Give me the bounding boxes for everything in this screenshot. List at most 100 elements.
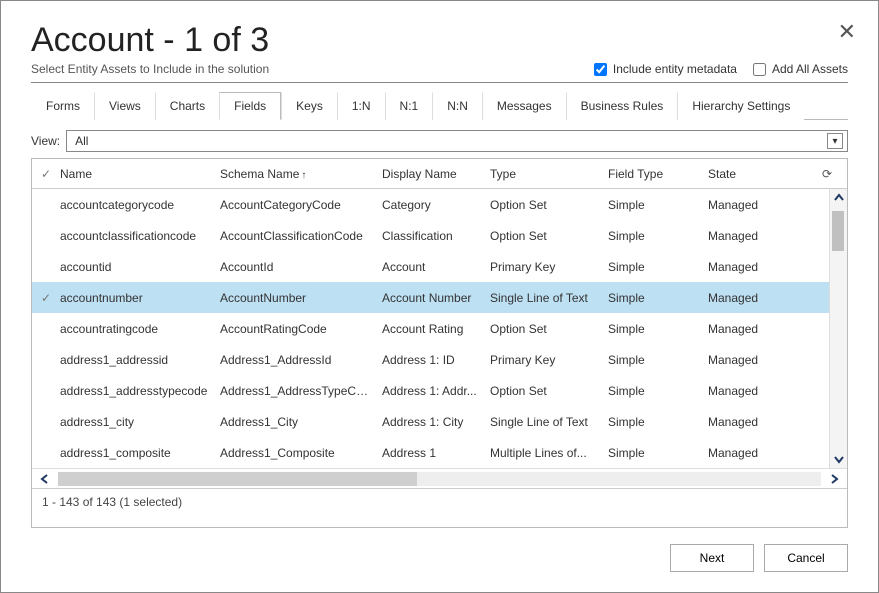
view-label: View:: [31, 134, 60, 148]
page-title: Account - 1 of 3: [31, 21, 848, 60]
cell-display: Address 1: City: [382, 415, 490, 429]
view-selected: All: [75, 134, 88, 148]
cell-field-type: Simple: [608, 384, 708, 398]
cell-state: Managed: [708, 291, 808, 305]
tab-charts[interactable]: Charts: [155, 92, 219, 120]
cell-field-type: Simple: [608, 198, 708, 212]
column-display-name[interactable]: Display Name: [382, 167, 490, 181]
column-field-type[interactable]: Field Type: [608, 167, 708, 181]
cell-display: Classification: [382, 229, 490, 243]
scrollbar-thumb[interactable]: [832, 211, 844, 251]
cell-name: accountid: [60, 260, 220, 274]
status-bar: 1 - 143 of 143 (1 selected): [32, 488, 847, 514]
table-row[interactable]: address1_addresstypecodeAddress1_Address…: [32, 375, 847, 406]
include-metadata-label: Include entity metadata: [613, 62, 737, 76]
row-checkbox[interactable]: [32, 291, 60, 305]
cell-field-type: Simple: [608, 415, 708, 429]
cell-field-type: Simple: [608, 229, 708, 243]
table-row[interactable]: address1_addressidAddress1_AddressIdAddr…: [32, 344, 847, 375]
cell-name: address1_addressid: [60, 353, 220, 367]
table-row[interactable]: accountidAccountIdAccountPrimary KeySimp…: [32, 251, 847, 282]
cell-field-type: Simple: [608, 446, 708, 460]
cell-display: Category: [382, 198, 490, 212]
scroll-down-icon[interactable]: [830, 450, 848, 468]
refresh-icon[interactable]: ⟳: [815, 167, 839, 181]
cell-schema: AccountRatingCode: [220, 322, 382, 336]
cell-display: Account Rating: [382, 322, 490, 336]
column-type[interactable]: Type: [490, 167, 608, 181]
grid-header: Name Schema Name↑ Display Name Type Fiel…: [32, 159, 847, 189]
tab-n-n[interactable]: N:N: [432, 92, 482, 120]
column-state[interactable]: State: [708, 167, 808, 181]
cell-field-type: Simple: [608, 260, 708, 274]
cell-type: Option Set: [490, 384, 608, 398]
cell-field-type: Simple: [608, 291, 708, 305]
vertical-scrollbar[interactable]: [829, 189, 847, 468]
cancel-button[interactable]: Cancel: [764, 544, 848, 572]
table-row[interactable]: accountclassificationcodeAccountClassifi…: [32, 220, 847, 251]
next-button[interactable]: Next: [670, 544, 754, 572]
cell-field-type: Simple: [608, 353, 708, 367]
cell-field-type: Simple: [608, 322, 708, 336]
tab-fields[interactable]: Fields: [219, 92, 281, 120]
cell-schema: AccountNumber: [220, 291, 382, 305]
column-name[interactable]: Name: [60, 167, 220, 181]
tab-keys[interactable]: Keys: [281, 92, 337, 120]
cell-display: Address 1: ID: [382, 353, 490, 367]
cell-display: Address 1: [382, 446, 490, 460]
close-icon[interactable]: ✕: [838, 19, 856, 45]
table-row[interactable]: accountnumberAccountNumberAccount Number…: [32, 282, 847, 313]
cell-state: Managed: [708, 322, 808, 336]
cell-name: accountratingcode: [60, 322, 220, 336]
tab-hierarchy-settings[interactable]: Hierarchy Settings: [677, 92, 804, 120]
cell-name: address1_city: [60, 415, 220, 429]
tab-messages[interactable]: Messages: [482, 92, 566, 120]
cell-state: Managed: [708, 229, 808, 243]
include-metadata-checkbox[interactable]: Include entity metadata: [594, 62, 737, 76]
table-row[interactable]: address1_compositeAddress1_CompositeAddr…: [32, 437, 847, 468]
chevron-down-icon[interactable]: ▾: [827, 133, 843, 149]
page-subtitle: Select Entity Assets to Include in the s…: [31, 62, 269, 76]
scroll-up-icon[interactable]: [830, 189, 848, 207]
table-row[interactable]: accountcategorycodeAccountCategoryCodeCa…: [32, 189, 847, 220]
cell-schema: AccountClassificationCode: [220, 229, 382, 243]
tabs: FormsViewsChartsFieldsKeys1:NN:1N:NMessa…: [31, 91, 848, 120]
select-all-checkbox[interactable]: [32, 167, 60, 181]
add-all-assets-label: Add All Assets: [772, 62, 848, 76]
cell-name: accountcategorycode: [60, 198, 220, 212]
table-row[interactable]: accountratingcodeAccountRatingCodeAccoun…: [32, 313, 847, 344]
add-all-assets-checkbox[interactable]: Add All Assets: [753, 62, 848, 76]
include-metadata-input[interactable]: [594, 63, 607, 76]
tab-n-1[interactable]: N:1: [385, 92, 433, 120]
cell-schema: Address1_Composite: [220, 446, 382, 460]
cell-type: Option Set: [490, 229, 608, 243]
cell-state: Managed: [708, 353, 808, 367]
cell-name: accountclassificationcode: [60, 229, 220, 243]
data-grid: Name Schema Name↑ Display Name Type Fiel…: [31, 158, 848, 528]
hscroll-thumb[interactable]: [58, 472, 417, 486]
cell-state: Managed: [708, 260, 808, 274]
cell-type: Multiple Lines of...: [490, 446, 608, 460]
scroll-right-icon[interactable]: [821, 474, 847, 484]
tab-1-n[interactable]: 1:N: [337, 92, 385, 120]
horizontal-scrollbar[interactable]: [32, 468, 847, 488]
cell-schema: AccountId: [220, 260, 382, 274]
add-all-assets-input[interactable]: [753, 63, 766, 76]
cell-type: Primary Key: [490, 260, 608, 274]
cell-type: Option Set: [490, 322, 608, 336]
cell-name: accountnumber: [60, 291, 220, 305]
cell-schema: AccountCategoryCode: [220, 198, 382, 212]
cell-type: Single Line of Text: [490, 415, 608, 429]
tab-views[interactable]: Views: [94, 92, 155, 120]
cell-name: address1_addresstypecode: [60, 384, 220, 398]
cell-display: Account: [382, 260, 490, 274]
column-schema-name[interactable]: Schema Name↑: [220, 167, 382, 181]
tab-business-rules[interactable]: Business Rules: [566, 92, 678, 120]
sort-ascending-icon: ↑: [301, 170, 306, 181]
cell-state: Managed: [708, 415, 808, 429]
view-dropdown[interactable]: All ▾: [66, 130, 848, 152]
scroll-left-icon[interactable]: [32, 474, 58, 484]
cell-type: Option Set: [490, 198, 608, 212]
table-row[interactable]: address1_cityAddress1_CityAddress 1: Cit…: [32, 406, 847, 437]
tab-forms[interactable]: Forms: [31, 92, 94, 120]
